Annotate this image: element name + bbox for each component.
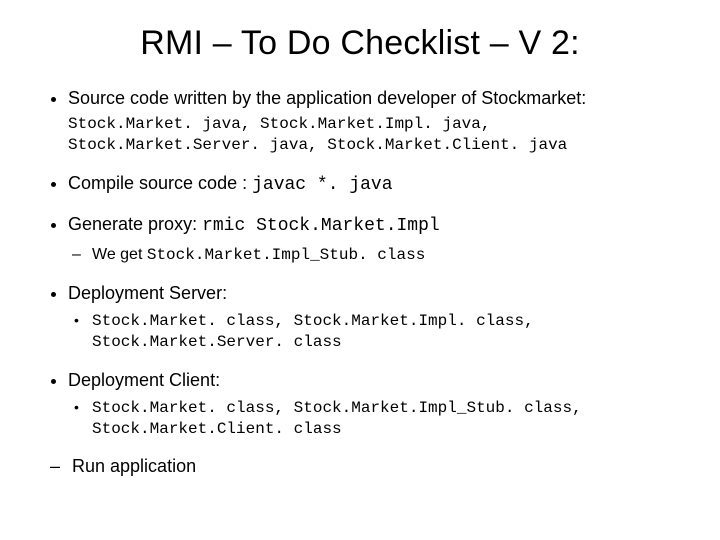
sub-item: Stock.Market. class, Stock.Market.Impl_S…	[92, 398, 680, 440]
inline-code: Stock.Market. class, Stock.Market.Impl. …	[92, 312, 534, 351]
sub-item: We get Stock.Market.Impl_Stub. class	[92, 245, 680, 266]
list-item: Source code written by the application d…	[68, 87, 680, 156]
sub-list: We get Stock.Market.Impl_Stub. class	[68, 245, 680, 266]
inline-code: Stock.Market. class, Stock.Market.Impl_S…	[92, 399, 582, 438]
run-line: Run application	[50, 456, 680, 477]
list-item: Generate proxy: rmic Stock.Market.Impl W…	[68, 213, 680, 265]
list-item: Deployment Server: Stock.Market. class, …	[68, 282, 680, 353]
list-item: Deployment Client: Stock.Market. class, …	[68, 369, 680, 440]
sub-item: Stock.Market. class, Stock.Market.Impl. …	[92, 311, 680, 353]
bullet-list: Source code written by the application d…	[40, 87, 680, 440]
item-text: Source code written by the application d…	[68, 88, 586, 108]
sub-text: We get	[92, 246, 147, 263]
inline-code: Stock.Market.Impl_Stub. class	[147, 246, 425, 264]
sub-list: Stock.Market. class, Stock.Market.Impl_S…	[68, 398, 680, 440]
inline-code: rmic Stock.Market.Impl	[202, 216, 440, 236]
slide: RMI – To Do Checklist – V 2: Source code…	[0, 0, 720, 540]
item-text: Compile source code :	[68, 173, 252, 193]
item-text: Deployment Client:	[68, 370, 220, 390]
inline-code: javac *. java	[252, 175, 392, 195]
list-item: Compile source code : javac *. java	[68, 172, 680, 197]
code-line: Stock.Market. java, Stock.Market.Impl. j…	[68, 114, 680, 156]
item-text: Deployment Server:	[68, 283, 227, 303]
sub-list: Stock.Market. class, Stock.Market.Impl. …	[68, 311, 680, 353]
item-text: Generate proxy:	[68, 214, 202, 234]
slide-title: RMI – To Do Checklist – V 2:	[40, 24, 680, 63]
